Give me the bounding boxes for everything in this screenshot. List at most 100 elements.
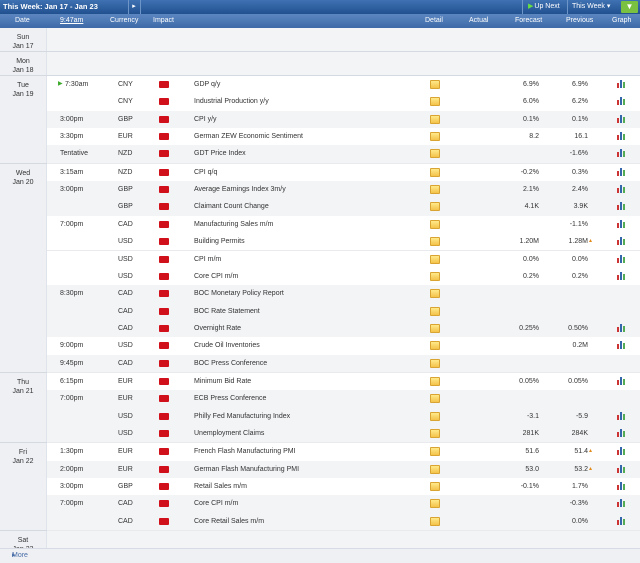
- event-currency: EUR: [118, 465, 133, 473]
- graph-icon[interactable]: [617, 447, 626, 456]
- folder-detail-icon[interactable]: [430, 185, 440, 195]
- graph-icon[interactable]: [617, 271, 626, 280]
- event-row[interactable]: USD Building Permits 1.20M 1.28M ▴: [47, 233, 640, 252]
- folder-detail-icon[interactable]: [430, 132, 440, 142]
- graph-icon[interactable]: [617, 149, 626, 158]
- event-previous: 2.4%: [572, 186, 588, 194]
- impact-high-icon: [159, 377, 169, 385]
- folder-detail-icon[interactable]: [430, 464, 440, 474]
- event-row[interactable]: CAD Overnight Rate 0.25% 0.50%: [47, 319, 640, 339]
- up-next-button[interactable]: ▶Up Next: [528, 0, 560, 14]
- folder-detail-icon[interactable]: [430, 499, 440, 509]
- folder-detail-icon[interactable]: [430, 447, 440, 457]
- event-time: 3:00pm: [60, 483, 84, 491]
- week-title: This Week: Jan 17 - Jan 23: [3, 2, 98, 11]
- event-row[interactable]: 2:00pm EUR German Flash Manufacturing PMI 5…: [47, 460, 640, 480]
- event-title: German ZEW Economic Sentiment: [194, 133, 303, 141]
- folder-detail-icon[interactable]: [430, 376, 440, 386]
- event-row[interactable]: 1:30pm EUR French Flash Manufacturing PMI 5…: [47, 443, 640, 462]
- event-row[interactable]: 3:30pm EUR German ZEW Economic Sentiment 8.…: [47, 128, 640, 147]
- event-row[interactable]: 7:00pm CAD Core CPI m/m -0.3%: [47, 495, 640, 514]
- graph-icon[interactable]: [617, 376, 626, 385]
- event-previous: -0.3%: [569, 500, 588, 508]
- graph-icon[interactable]: [617, 97, 626, 106]
- impact-high-icon: [159, 483, 169, 491]
- graph-icon[interactable]: [617, 341, 626, 350]
- chevron-right-icon[interactable]: ▸: [129, 0, 139, 14]
- graph-icon[interactable]: [617, 482, 626, 491]
- folder-detail-icon[interactable]: [430, 428, 440, 438]
- graph-icon[interactable]: [617, 167, 626, 176]
- empty-day-area: [47, 28, 640, 51]
- event-row[interactable]: CAD Core Retail Sales m/m 0.0%: [47, 512, 640, 532]
- folder-detail-icon[interactable]: [430, 323, 440, 333]
- event-row[interactable]: 9:00pm USD Crude Oil Inventories 0.2M: [47, 337, 640, 356]
- graph-icon[interactable]: [617, 202, 626, 211]
- event-currency: CAD: [118, 324, 133, 332]
- event-row[interactable]: 7:00pm EUR ECB Press Conference: [47, 390, 640, 409]
- event-row[interactable]: GBP Claimant Count Change 4.1K 3.9K: [47, 198, 640, 217]
- graph-icon[interactable]: [617, 114, 626, 123]
- event-row[interactable]: USD Unemployment Claims 281K 284K: [47, 424, 640, 444]
- graph-icon[interactable]: [617, 464, 626, 473]
- folder-detail-icon[interactable]: [430, 271, 440, 281]
- impact-high-icon: [159, 359, 169, 367]
- folder-detail-icon[interactable]: [430, 516, 440, 526]
- event-row[interactable]: ▶ 7:30am CNY GDP q/y 6.9% 6.9%: [47, 76, 640, 95]
- event-row[interactable]: 9:45pm CAD BOC Press Conference: [47, 354, 640, 373]
- event-row[interactable]: 8:30pm CAD BOC Monetary Policy Report: [47, 285, 640, 304]
- folder-detail-icon[interactable]: [430, 482, 440, 492]
- event-row[interactable]: USD Philly Fed Manufacturing Index -3.1 -5.…: [47, 407, 640, 426]
- folder-detail-icon[interactable]: [430, 394, 440, 404]
- event-row[interactable]: 3:00pm GBP CPI y/y 0.1% 0.1%: [47, 110, 640, 130]
- graph-icon[interactable]: [617, 237, 626, 246]
- day-date: Jan 19: [12, 91, 34, 98]
- folder-detail-icon[interactable]: [430, 254, 440, 264]
- graph-icon[interactable]: [617, 499, 626, 508]
- graph-icon[interactable]: [617, 254, 626, 263]
- event-row[interactable]: USD CPI m/m 0.0% 0.0%: [47, 250, 640, 269]
- event-row[interactable]: Tentative NZD GDT Price Index -1.6%: [47, 145, 640, 164]
- filter-icon[interactable]: ▼: [621, 1, 638, 13]
- folder-detail-icon[interactable]: [430, 411, 440, 421]
- event-row[interactable]: CNY Industrial Production y/y 6.0% 6.2%: [47, 93, 640, 112]
- event-row[interactable]: CAD BOC Rate Statement: [47, 302, 640, 321]
- event-row[interactable]: 6:15pm EUR Minimum Bid Rate 0.05% 0.05%: [47, 372, 640, 392]
- folder-detail-icon[interactable]: [430, 341, 440, 351]
- folder-detail-icon[interactable]: [430, 80, 440, 89]
- event-previous: 53.2: [574, 465, 588, 473]
- graph-icon[interactable]: [617, 219, 626, 228]
- graph-icon[interactable]: [617, 132, 626, 141]
- graph-icon[interactable]: [617, 185, 626, 194]
- graph-icon[interactable]: [617, 411, 626, 420]
- graph-icon[interactable]: [617, 323, 626, 332]
- impact-high-icon: [159, 220, 169, 228]
- event-row[interactable]: 3:00pm GBP Retail Sales m/m -0.1% 1.7%: [47, 478, 640, 497]
- event-previous: 16.1: [574, 133, 588, 141]
- header-previous: Previous: [566, 17, 594, 24]
- header-current-time[interactable]: 9:47am: [60, 14, 83, 28]
- event-row[interactable]: USD Core CPI m/m 0.2% 0.2%: [47, 267, 640, 287]
- folder-detail-icon[interactable]: [430, 97, 440, 107]
- header-graph: Graph: [612, 17, 632, 24]
- folder-detail-icon[interactable]: [430, 237, 440, 247]
- event-row[interactable]: 7:00pm CAD Manufacturing Sales m/m -1.1%: [47, 215, 640, 235]
- folder-detail-icon[interactable]: [430, 149, 440, 159]
- event-time: 7:00pm: [60, 395, 84, 403]
- event-previous: -1.6%: [569, 150, 588, 158]
- folder-detail-icon[interactable]: [430, 306, 440, 316]
- graph-icon[interactable]: [617, 428, 626, 437]
- folder-detail-icon[interactable]: [430, 167, 440, 177]
- folder-detail-icon[interactable]: [430, 202, 440, 212]
- folder-detail-icon[interactable]: [430, 289, 440, 299]
- folder-detail-icon[interactable]: [430, 219, 440, 229]
- graph-icon[interactable]: [617, 516, 626, 525]
- folder-detail-icon[interactable]: [430, 114, 440, 124]
- this-week-dropdown[interactable]: This Week ▾: [572, 0, 610, 14]
- event-time: 7:00pm: [60, 220, 84, 228]
- event-title: Core CPI m/m: [194, 500, 239, 508]
- graph-icon[interactable]: [617, 80, 626, 88]
- event-row[interactable]: 3:00pm GBP Average Earnings Index 3m/y 2.1%…: [47, 181, 640, 200]
- folder-detail-icon[interactable]: [430, 358, 440, 368]
- event-row[interactable]: 3:15am NZD CPI q/q -0.2% 0.3%: [47, 163, 640, 183]
